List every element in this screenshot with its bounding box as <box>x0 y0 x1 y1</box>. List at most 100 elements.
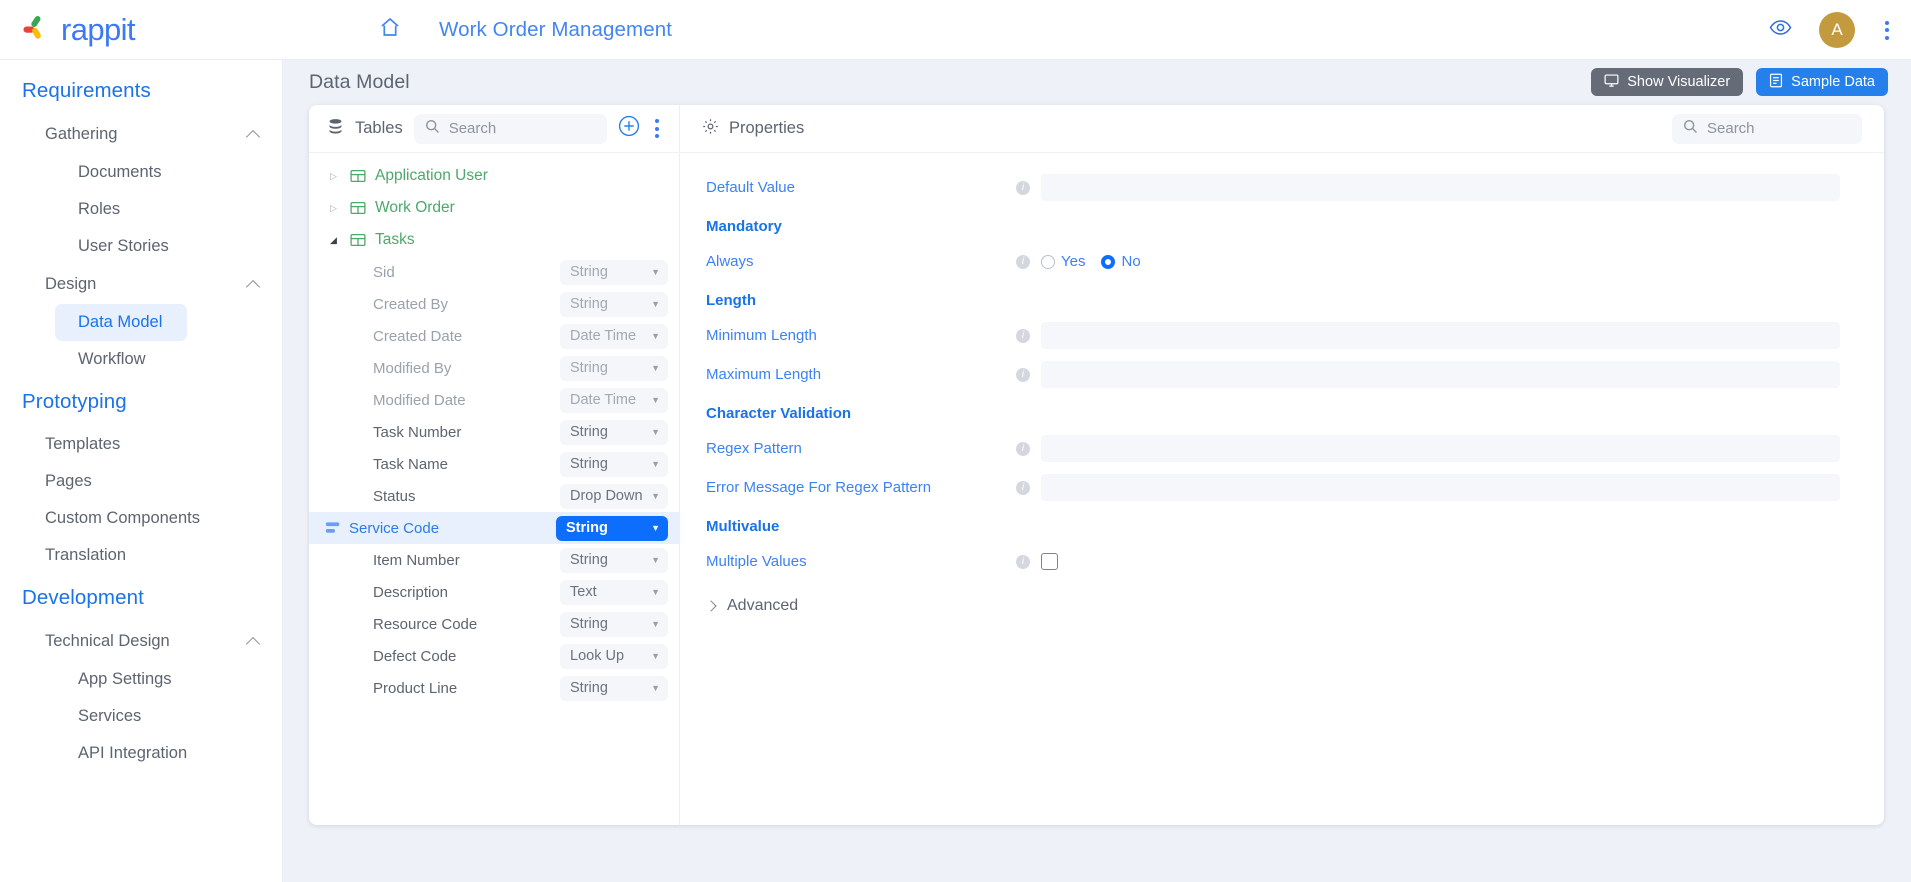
field-type-select[interactable]: Text ▼ <box>560 579 668 605</box>
sidebar-section-development: Development <box>22 586 144 609</box>
field-type-select[interactable]: String ▼ <box>560 547 668 573</box>
sidebar-group-technical-design[interactable]: Technical Design <box>0 622 282 661</box>
field-row[interactable]: Product Line String ▼ <box>309 672 679 704</box>
field-row[interactable]: Status Drop Down ▼ <box>309 480 679 512</box>
field-row[interactable]: Modified By String ▼ <box>309 352 679 384</box>
field-name: Task Number <box>373 423 462 441</box>
chevron-right-icon[interactable]: ▷ <box>330 203 343 213</box>
field-row[interactable]: Task Name String ▼ <box>309 448 679 480</box>
field-type-select[interactable]: String ▼ <box>560 355 668 381</box>
sample-data-button[interactable]: Sample Data <box>1756 68 1888 96</box>
property-group-mandatory: Mandatory <box>706 218 782 235</box>
properties-search-box[interactable] <box>1672 113 1862 144</box>
sidebar-item-app-settings[interactable]: App Settings <box>0 661 282 698</box>
sidebar-item-user-stories[interactable]: User Stories <box>0 228 282 265</box>
field-type-select[interactable]: Date Time ▼ <box>560 323 668 349</box>
sidebar-item-templates[interactable]: Templates <box>0 426 282 463</box>
info-icon[interactable]: i <box>1016 254 1030 269</box>
tables-search-box[interactable] <box>413 113 607 144</box>
sidebar-item-documents[interactable]: Documents <box>0 154 282 191</box>
minimum-length-input[interactable] <box>1041 322 1840 349</box>
field-type-select[interactable]: String ▼ <box>560 675 668 701</box>
tree-label: Work Order <box>375 199 455 216</box>
property-group-character-validation: Character Validation <box>706 405 852 422</box>
panels-container: Tables Search ▷ Application User ▷ Work … <box>309 105 1884 825</box>
field-row[interactable]: Created Date Date Time ▼ <box>309 320 679 352</box>
field-row[interactable]: Sid String ▼ <box>309 256 679 288</box>
search-icon <box>1683 119 1698 139</box>
info-icon[interactable]: i <box>1016 480 1030 495</box>
tables-search-input[interactable] <box>448 120 596 137</box>
properties-body: Default Value i Mandatory Always i Yes N… <box>680 153 1884 825</box>
field-type-select[interactable]: String ▼ <box>556 515 668 541</box>
field-row-selected[interactable]: Service Code String ▼ <box>309 512 679 544</box>
regex-pattern-input[interactable] <box>1041 435 1840 462</box>
tree-row-application-user[interactable]: ▷ Application User <box>309 160 679 192</box>
kebab-menu-icon[interactable] <box>1881 17 1893 44</box>
info-icon[interactable]: i <box>1016 180 1030 195</box>
properties-search-input[interactable] <box>1707 120 1851 137</box>
property-group-length: Length <box>706 292 756 309</box>
sidebar-group-gathering[interactable]: Gathering <box>0 115 282 154</box>
field-row[interactable]: Resource Code String ▼ <box>309 608 679 640</box>
sidebar-group-label: Gathering <box>45 125 118 143</box>
property-label: Regex Pattern <box>706 440 802 457</box>
avatar[interactable]: A <box>1819 12 1855 48</box>
sidebar-item-workflow[interactable]: Workflow <box>0 341 282 378</box>
multiple-values-checkbox[interactable] <box>1041 553 1058 570</box>
table-icon <box>350 168 366 184</box>
tree-row-work-order[interactable]: ▷ Work Order <box>309 192 679 224</box>
document-icon <box>1769 73 1783 92</box>
sidebar-item-pages[interactable]: Pages <box>0 463 282 500</box>
sidebar-item-custom-components[interactable]: Custom Components <box>0 500 282 537</box>
field-type-select[interactable]: String ▼ <box>560 451 668 477</box>
sidebar-item-api-integration[interactable]: API Integration <box>0 735 282 772</box>
regex-error-message-input[interactable] <box>1041 474 1840 501</box>
tree-row-tasks[interactable]: ◢ Tasks <box>309 224 679 256</box>
field-type-select[interactable]: String ▼ <box>560 291 668 317</box>
field-type-value: String <box>570 360 608 376</box>
chevron-down-icon[interactable]: ◢ <box>330 235 343 245</box>
info-icon[interactable]: i <box>1016 441 1030 456</box>
info-icon[interactable]: i <box>1016 554 1030 569</box>
field-row[interactable]: Defect Code Look Up ▼ <box>309 640 679 672</box>
tables-panel-header: Tables <box>309 105 679 153</box>
tables-kebab-menu-icon[interactable] <box>651 115 663 142</box>
chevron-up-icon <box>247 635 260 648</box>
sidebar-item-roles[interactable]: Roles <box>0 191 282 228</box>
chevron-down-icon: ▼ <box>651 394 660 405</box>
chevron-down-icon: ▼ <box>651 554 660 565</box>
field-row[interactable]: Modified Date Date Time ▼ <box>309 384 679 416</box>
default-value-input[interactable] <box>1041 174 1840 201</box>
sidebar-group-design[interactable]: Design <box>0 265 282 304</box>
field-type-select[interactable]: Look Up ▼ <box>560 643 668 669</box>
plus-circle-icon[interactable] <box>618 115 640 142</box>
field-type-select[interactable]: Drop Down ▼ <box>560 483 668 509</box>
brand-logo[interactable]: rappit <box>0 0 345 60</box>
info-icon[interactable]: i <box>1016 328 1030 343</box>
field-row[interactable]: Created By String ▼ <box>309 288 679 320</box>
info-icon[interactable]: i <box>1016 367 1030 382</box>
eye-icon[interactable] <box>1768 15 1793 45</box>
field-type-select[interactable]: String ▼ <box>560 419 668 445</box>
field-type-select[interactable]: Date Time ▼ <box>560 387 668 413</box>
maximum-length-input[interactable] <box>1041 361 1840 388</box>
properties-panel-header: Properties <box>680 105 1884 153</box>
sidebar-item-data-model[interactable]: Data Model <box>55 304 187 341</box>
sidebar-item-translation[interactable]: Translation <box>0 537 282 574</box>
field-row[interactable]: Description Text ▼ <box>309 576 679 608</box>
radio-yes[interactable] <box>1041 254 1055 269</box>
top-bar: rappit Work Order Management A <box>0 0 1911 60</box>
chevron-down-icon: ▼ <box>651 458 660 469</box>
sidebar-section-requirements: Requirements <box>22 79 151 102</box>
home-icon[interactable] <box>378 15 402 44</box>
field-row[interactable]: Task Number String ▼ <box>309 416 679 448</box>
field-type-select[interactable]: String ▼ <box>560 259 668 285</box>
field-row[interactable]: Item Number String ▼ <box>309 544 679 576</box>
radio-no[interactable] <box>1101 254 1116 269</box>
advanced-section-toggle[interactable]: Advanced <box>680 581 1884 631</box>
show-visualizer-button[interactable]: Show Visualizer <box>1591 68 1744 96</box>
chevron-right-icon[interactable]: ▷ <box>330 171 343 181</box>
sidebar-item-services[interactable]: Services <box>0 698 282 735</box>
field-type-select[interactable]: String ▼ <box>560 611 668 637</box>
